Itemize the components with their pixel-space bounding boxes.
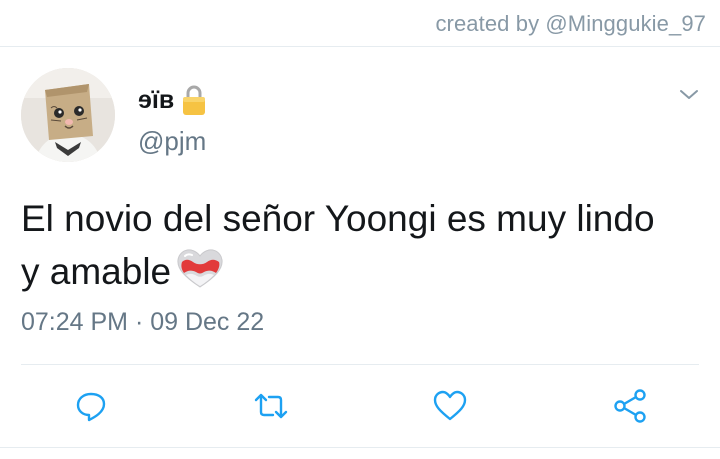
tweet-text: El novio del señor Yoongi es muy lindo y… xyxy=(21,192,681,298)
avatar[interactable] xyxy=(21,68,115,162)
tweet-screenshot: created by @Minggukie_97 ɘïʙ @pjm El nov… xyxy=(0,0,720,459)
retweet-button[interactable] xyxy=(251,386,291,426)
credit-bar: created by @Minggukie_97 xyxy=(0,0,720,47)
tweet-body: El novio del señor Yoongi es muy lindo y… xyxy=(21,198,655,292)
tweet-timestamp[interactable]: 07:24 PM · 09 Dec 22 xyxy=(21,308,264,337)
action-bar xyxy=(0,380,720,430)
reply-icon xyxy=(76,392,106,422)
reply-button[interactable] xyxy=(71,386,111,426)
share-icon xyxy=(614,389,646,423)
avatar-image xyxy=(21,68,115,162)
display-name-text: ɘïʙ xyxy=(138,85,175,114)
share-button[interactable] xyxy=(610,386,650,426)
heart-emoji xyxy=(175,248,225,290)
credit-text: created by @Minggukie_97 xyxy=(435,11,706,36)
retweet-icon xyxy=(254,393,288,419)
chevron-down-icon[interactable] xyxy=(677,82,701,106)
user-handle[interactable]: @pjm xyxy=(138,126,206,157)
heart-icon xyxy=(433,390,467,421)
divider xyxy=(21,364,699,365)
display-name[interactable]: ɘïʙ xyxy=(138,84,206,116)
bottom-divider xyxy=(0,447,720,448)
like-button[interactable] xyxy=(430,386,470,426)
lock-icon xyxy=(182,84,206,116)
